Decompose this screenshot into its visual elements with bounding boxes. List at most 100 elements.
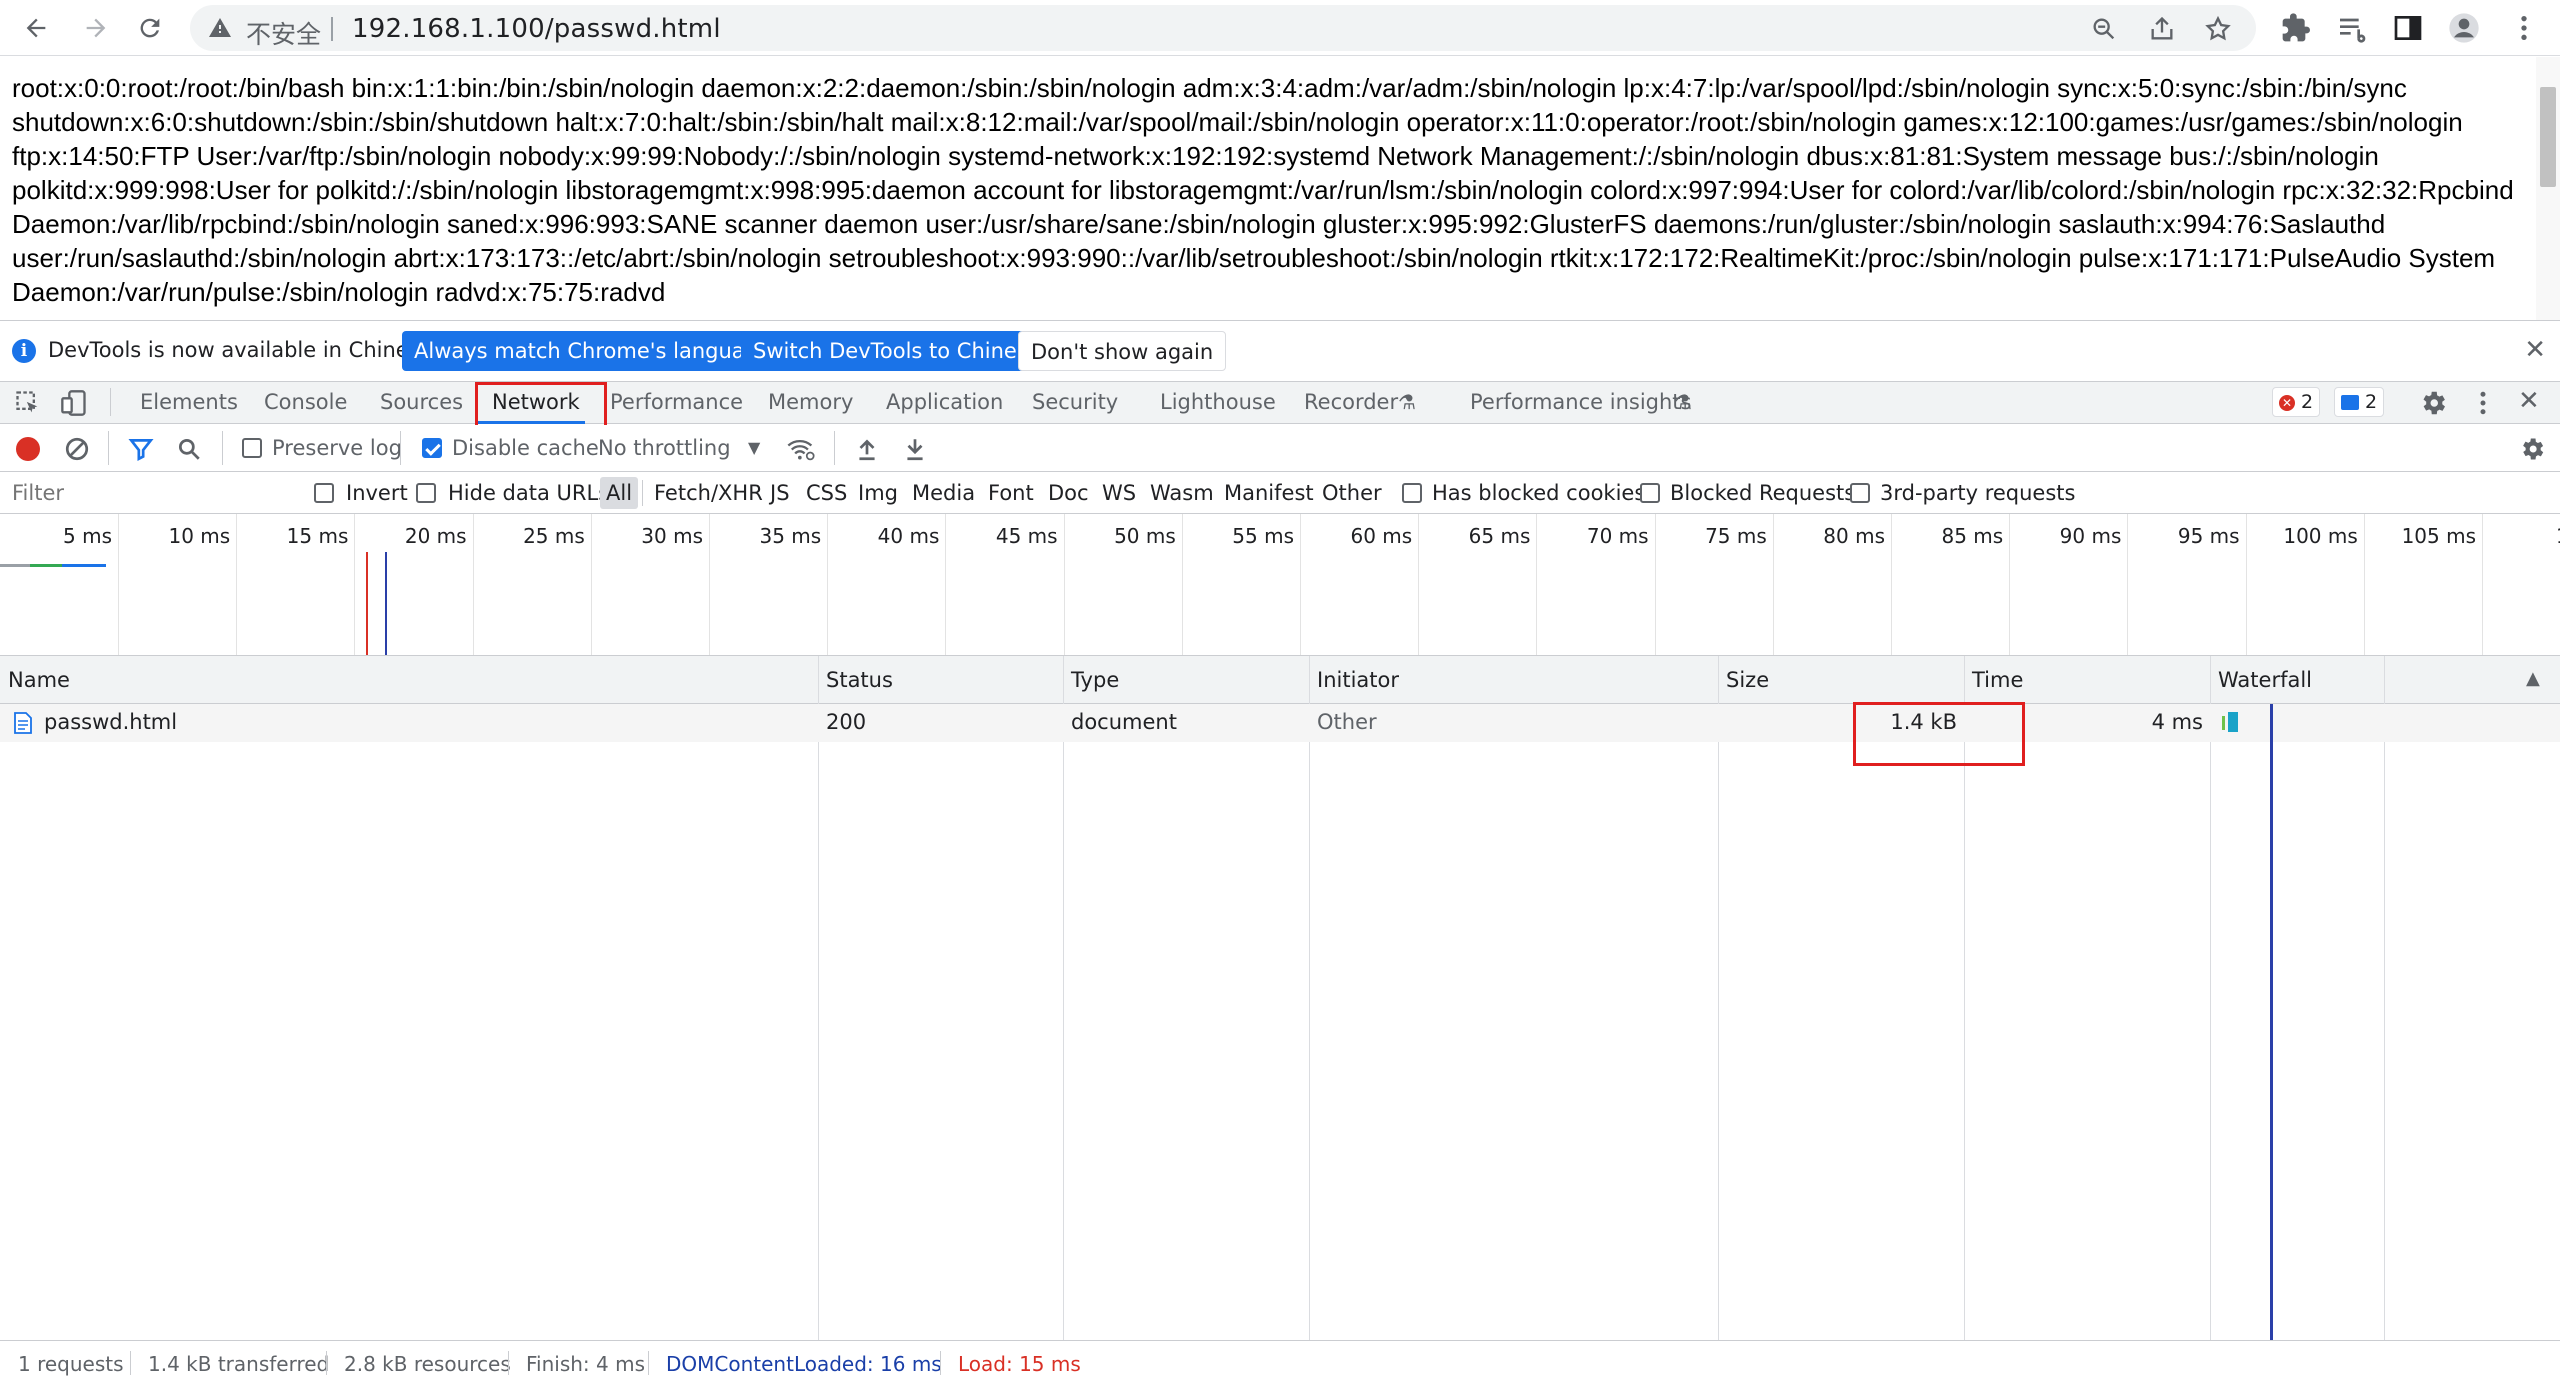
insecure-label[interactable]: 不安全	[246, 15, 321, 51]
reload-icon	[140, 18, 160, 38]
export-har-download-icon[interactable]	[902, 436, 928, 466]
browser-menu-kebab-icon[interactable]	[2508, 12, 2540, 44]
tab-performance[interactable]: Performance	[610, 390, 743, 414]
tab-performance-insights[interactable]: Performance insights	[1470, 390, 1691, 414]
network-conditions-wifi-icon[interactable]	[786, 435, 816, 467]
page-scrollbar[interactable]	[2536, 57, 2560, 320]
third-party-requests-checkbox[interactable]	[1850, 483, 1870, 503]
column-divider[interactable]	[1309, 656, 1310, 1340]
sort-ascending-icon[interactable]: ▲	[2526, 668, 2540, 689]
invert-label[interactable]: Invert	[346, 481, 408, 505]
type-filter-doc[interactable]: Doc	[1048, 481, 1089, 505]
clear-icon[interactable]	[64, 436, 90, 466]
zoom-icon[interactable]	[2090, 15, 2118, 43]
type-filter-media[interactable]: Media	[912, 481, 975, 505]
column-divider[interactable]	[2210, 656, 2211, 1340]
table-row[interactable]: passwd.html 200 document Other 1.4 kB 4 …	[0, 704, 2560, 742]
column-header-waterfall[interactable]: Waterfall	[2218, 668, 2312, 692]
import-har-upload-icon[interactable]	[854, 436, 880, 466]
reload-button[interactable]	[132, 10, 168, 46]
hide-data-urls-label[interactable]: Hide data URLs	[448, 481, 609, 505]
extensions-puzzle-icon[interactable]	[2280, 12, 2312, 44]
request-name[interactable]: passwd.html	[44, 710, 177, 734]
tab-application[interactable]: Application	[886, 390, 1003, 414]
experiment-flask-icon: ⚗	[1674, 390, 1692, 414]
type-filter-fetch-xhr[interactable]: Fetch/XHR	[654, 481, 763, 505]
type-filter-ws[interactable]: WS	[1102, 481, 1136, 505]
dont-show-again-button[interactable]: Don't show again	[1018, 331, 1227, 371]
column-header-type[interactable]: Type	[1071, 668, 1119, 692]
column-divider[interactable]	[818, 656, 819, 1340]
column-header-size[interactable]: Size	[1726, 668, 1769, 692]
share-icon[interactable]	[2148, 15, 2176, 43]
column-header-name[interactable]: Name	[8, 668, 70, 692]
tab-memory[interactable]: Memory	[768, 390, 853, 414]
always-match-language-button[interactable]: Always match Chrome's language	[402, 331, 783, 371]
type-filter-wasm[interactable]: Wasm	[1150, 481, 1214, 505]
media-queue-icon[interactable]	[2336, 12, 2368, 44]
column-header-status[interactable]: Status	[826, 668, 893, 692]
devtools-menu-kebab-icon[interactable]	[2468, 388, 2498, 422]
disable-cache-checkbox[interactable]	[422, 438, 442, 458]
bookmark-star-icon[interactable]	[2204, 15, 2232, 43]
column-divider[interactable]	[1063, 656, 1064, 1340]
warning-icon[interactable]	[208, 16, 232, 44]
throttling-select[interactable]: No throttling	[598, 436, 731, 460]
hide-data-urls-checkbox[interactable]	[416, 483, 436, 503]
type-filter-font[interactable]: Font	[988, 481, 1034, 505]
back-button[interactable]	[18, 10, 54, 46]
network-settings-gear-icon[interactable]	[2518, 435, 2546, 467]
errors-badge[interactable]: ✕ 2	[2272, 387, 2321, 417]
tab-sources[interactable]: Sources	[380, 390, 463, 414]
filter-input[interactable]	[4, 476, 294, 510]
tab-lighthouse[interactable]: Lighthouse	[1160, 390, 1276, 414]
column-header-time[interactable]: Time	[1972, 668, 2023, 692]
side-panel-icon[interactable]	[2392, 12, 2424, 44]
timeline-gridline	[1063, 514, 1065, 655]
disable-cache-label[interactable]: Disable cache	[452, 436, 599, 460]
forward-button[interactable]	[78, 10, 114, 46]
type-filter-js[interactable]: JS	[770, 481, 790, 505]
type-filter-all[interactable]: All	[600, 477, 639, 509]
search-icon[interactable]	[176, 436, 202, 466]
document-file-icon	[14, 712, 32, 738]
timeline-tick-label: 75 ms	[1705, 524, 1767, 548]
infobar-message: DevTools is now available in Chinese!	[48, 338, 441, 362]
messages-badge[interactable]: 2	[2334, 387, 2385, 417]
omnibox[interactable]: 不安全 192.168.1.100/passwd.html	[190, 5, 2256, 51]
preserve-log-label[interactable]: Preserve log	[272, 436, 402, 460]
type-filter-css[interactable]: CSS	[806, 481, 847, 505]
type-filter-img[interactable]: Img	[858, 481, 898, 505]
network-overview-timeline[interactable]: 5 ms 10 ms 15 ms 20 ms 25 ms 30 ms 35 ms 40 ms 4…	[0, 514, 2560, 656]
dropdown-arrow-icon[interactable]: ▼	[748, 438, 760, 457]
invert-checkbox[interactable]	[314, 483, 334, 503]
settings-gear-icon[interactable]	[2418, 388, 2448, 422]
filter-funnel-icon[interactable]	[128, 436, 154, 466]
close-devtools-icon[interactable]: ✕	[2518, 386, 2540, 416]
has-blocked-cookies-checkbox[interactable]	[1402, 483, 1422, 503]
tab-console[interactable]: Console	[264, 390, 347, 414]
third-party-requests-label[interactable]: 3rd-party requests	[1880, 481, 2075, 505]
profile-avatar-icon[interactable]	[2448, 12, 2480, 44]
switch-to-chinese-button[interactable]: Switch DevTools to Chinese	[741, 331, 1053, 371]
close-icon[interactable]: ✕	[2524, 335, 2546, 365]
timeline-gridline	[2482, 514, 2483, 655]
column-header-initiator[interactable]: Initiator	[1317, 668, 1399, 692]
waterfall-download-bar[interactable]	[2228, 712, 2238, 732]
blocked-requests-checkbox[interactable]	[1640, 483, 1660, 503]
type-filter-other[interactable]: Other	[1322, 481, 1382, 505]
blocked-requests-label[interactable]: Blocked Requests	[1670, 481, 1855, 505]
tab-elements[interactable]: Elements	[140, 390, 238, 414]
page-scrollbar-thumb[interactable]	[2540, 87, 2556, 187]
type-filter-manifest[interactable]: Manifest	[1224, 481, 1314, 505]
preserve-log-checkbox[interactable]	[242, 438, 262, 458]
inspect-element-icon[interactable]	[14, 389, 42, 421]
url-text[interactable]: 192.168.1.100/passwd.html	[352, 14, 721, 44]
tab-security[interactable]: Security	[1032, 390, 1118, 414]
has-blocked-cookies-label[interactable]: Has blocked cookies	[1432, 481, 1645, 505]
record-icon[interactable]	[16, 437, 40, 461]
column-divider[interactable]	[1718, 656, 1719, 1340]
tab-recorder[interactable]: Recorder	[1304, 390, 1398, 414]
device-toolbar-icon[interactable]	[60, 389, 88, 421]
summary-divider	[326, 1351, 327, 1375]
